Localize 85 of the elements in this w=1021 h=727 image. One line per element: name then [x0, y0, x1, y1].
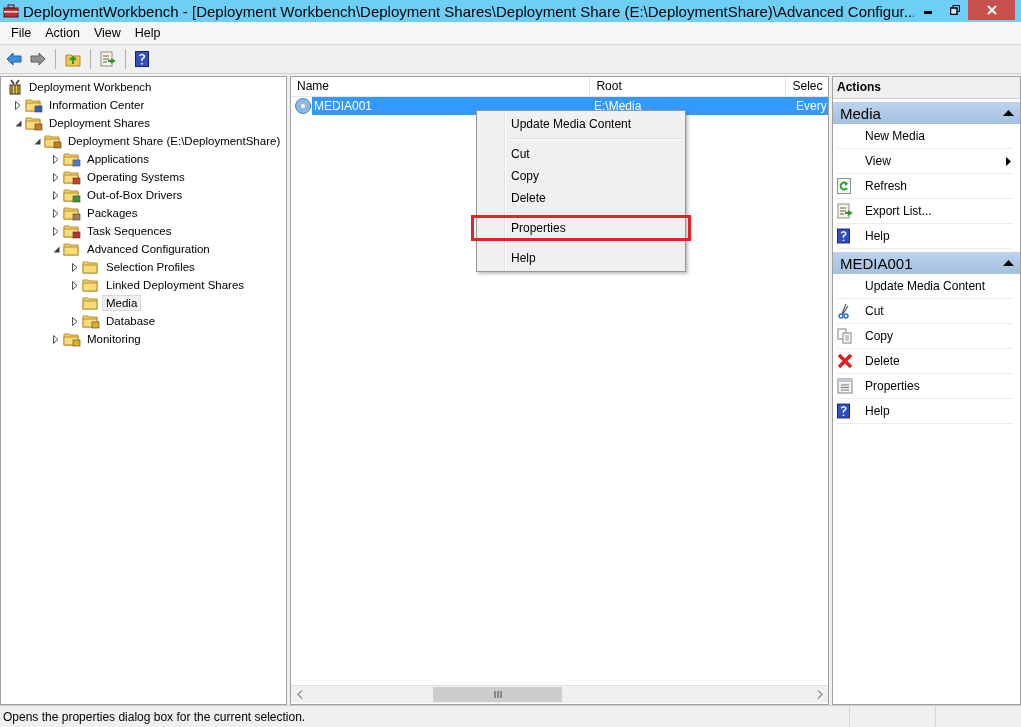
folder-icon — [44, 133, 62, 149]
tree-item[interactable]: Database — [102, 313, 160, 329]
section-title: MEDIA001 — [840, 254, 913, 272]
help-icon — [837, 403, 850, 419]
tree-item[interactable]: Applications — [83, 151, 153, 167]
export-list-icon — [837, 203, 853, 219]
folder-icon — [82, 277, 100, 293]
copy-icon — [837, 328, 853, 344]
horizontal-scrollbar[interactable] — [291, 685, 828, 703]
back-arrow-icon[interactable] — [4, 50, 24, 68]
action-link[interactable]: Delete — [865, 354, 1013, 368]
action-link[interactable]: Properties — [865, 379, 1013, 393]
action-link[interactable]: View — [865, 154, 1006, 168]
tree-item[interactable]: Deployment Workbench — [25, 79, 156, 95]
tree-item[interactable]: Operating Systems — [83, 169, 189, 185]
properties-icon — [837, 378, 853, 394]
window-title: DeploymentWorkbench - [Deployment Workbench\Deployment Shares\Deployment Share (E:\DeploymentShare)\Advanced Configur... — [23, 2, 914, 20]
table-cell-text: MEDIA001 — [313, 99, 374, 113]
tree-item[interactable]: Media — [102, 295, 142, 311]
tree-item[interactable]: Task Sequences — [83, 223, 176, 239]
column-header[interactable]: Root — [590, 77, 787, 96]
refresh-icon — [837, 178, 851, 194]
tree-item[interactable]: Linked Deployment Shares — [102, 277, 249, 293]
folder-icon — [63, 241, 81, 257]
close-icon — [985, 5, 998, 15]
action-link[interactable]: Export List... — [865, 204, 1013, 218]
forward-arrow-icon[interactable] — [28, 50, 48, 68]
menu-item[interactable]: Update Media Content — [477, 113, 685, 135]
tree-item[interactable]: Packages — [83, 205, 142, 221]
tree-item[interactable]: Selection Profiles — [102, 259, 199, 275]
scissors-icon — [837, 303, 851, 319]
folder-icon — [63, 223, 81, 239]
status-text: Opens the properties dialog box for the current selection. — [2, 709, 307, 724]
tree-item[interactable]: Information Center — [45, 97, 149, 113]
menu-item[interactable]: Help — [127, 24, 168, 42]
section-header[interactable]: MEDIA001 — [833, 252, 1020, 274]
folder-icon — [82, 295, 100, 311]
tree-item[interactable]: Deployment Share (E:\DeploymentShare) — [64, 133, 285, 149]
tree-item[interactable]: Out-of-Box Drivers — [83, 187, 187, 203]
menu-item[interactable]: Help — [477, 247, 685, 269]
action-link[interactable]: New Media — [865, 129, 1013, 143]
menu-item[interactable]: View — [86, 24, 128, 42]
folder-icon — [82, 259, 100, 275]
folder-icon — [82, 313, 100, 329]
delete-x-icon — [837, 353, 853, 369]
help-icon[interactable] — [133, 49, 151, 69]
action-link[interactable]: Help — [865, 404, 1013, 418]
disc-icon — [295, 98, 311, 114]
toolbox-icon — [3, 4, 19, 18]
section-header[interactable]: Media — [833, 102, 1020, 124]
tree-item[interactable]: Deployment Shares — [45, 115, 154, 131]
scroll-thumb[interactable] — [433, 687, 562, 702]
tree-item[interactable]: Advanced Configuration — [83, 241, 214, 257]
menu-item[interactable]: Delete — [477, 187, 685, 209]
close-button[interactable] — [968, 0, 1015, 20]
toolbox-icon — [7, 79, 23, 95]
folder-icon — [25, 115, 43, 131]
folder-icon — [63, 151, 81, 167]
action-link[interactable]: Refresh — [865, 179, 1013, 193]
folder-icon — [63, 169, 81, 185]
action-link[interactable]: Cut — [865, 304, 1013, 318]
restore-icon — [949, 5, 960, 15]
table-cell: Every — [796, 99, 826, 113]
help-icon — [837, 228, 850, 244]
menu-item[interactable]: Cut — [477, 143, 685, 165]
menu-item[interactable]: Properties — [473, 217, 689, 239]
action-link[interactable]: Update Media Content — [865, 279, 1013, 293]
column-header[interactable]: Selec — [786, 77, 828, 96]
actions-header: Actions — [833, 77, 1020, 99]
column-header[interactable]: Name — [291, 77, 591, 96]
folder-icon — [25, 97, 43, 113]
tree-item[interactable]: Monitoring — [83, 331, 145, 347]
menu-item[interactable]: File — [4, 24, 39, 42]
collapse-arrow-icon[interactable] — [1003, 110, 1014, 116]
folder-icon — [63, 205, 81, 221]
folder-icon — [63, 187, 81, 203]
menu-item[interactable]: Action — [38, 24, 87, 42]
table-cell-text: E:\Media — [594, 99, 643, 113]
menu-item[interactable]: Copy — [477, 165, 685, 187]
folder-icon — [63, 331, 81, 347]
collapse-arrow-icon[interactable] — [1003, 260, 1014, 266]
action-link[interactable]: Copy — [865, 329, 1013, 343]
action-link[interactable]: Help — [865, 229, 1013, 243]
export-list-icon[interactable] — [98, 49, 118, 69]
section-title: Media — [840, 104, 881, 122]
